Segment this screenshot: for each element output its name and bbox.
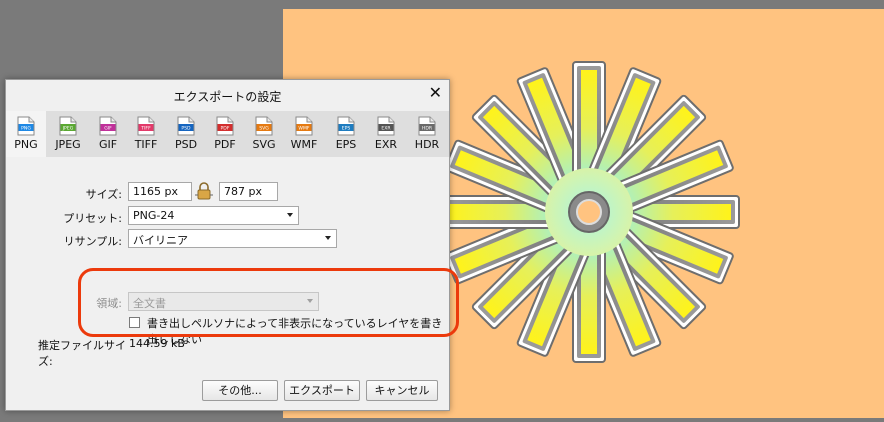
tab-gif[interactable]: GIF GIF <box>88 111 128 157</box>
height-input[interactable]: 787 px <box>219 182 278 201</box>
svg-text:SVG: SVG <box>259 126 269 132</box>
tab-tiff[interactable]: TIFF TIFF <box>126 111 166 157</box>
filesize-label: 推定ファイルサイズ: <box>38 339 126 368</box>
pdf-file-icon: PDF <box>216 116 234 136</box>
jpeg-file-icon: JPEG <box>59 116 77 136</box>
tab-label: EPS <box>335 138 357 151</box>
tab-label: TIFF <box>134 138 158 151</box>
preset-dropdown[interactable]: PNG-24 <box>128 206 299 225</box>
resample-dropdown[interactable]: バイリニア <box>128 229 337 248</box>
preset-label: プリセット: <box>63 212 122 225</box>
exr-file-icon: EXR <box>377 116 395 136</box>
dialog-title: エクスポートの設定 <box>173 90 282 104</box>
tab-label: WMF <box>290 138 318 151</box>
tab-label: SVG <box>252 138 276 151</box>
export-settings-dialog: エクスポートの設定 ✕ PNG PNG JPEG JPEG GIF GIF TI… <box>5 79 450 411</box>
tab-label: HDR <box>414 138 440 151</box>
svg-text:PDF: PDF <box>221 126 230 132</box>
tab-hdr[interactable]: HDR HDR <box>407 111 447 157</box>
preset-value: PNG-24 <box>133 209 175 222</box>
png-file-icon: PNG <box>17 116 35 136</box>
tab-label: GIF <box>98 138 118 151</box>
svg-text:GIF: GIF <box>104 126 112 132</box>
tab-label: PDF <box>214 138 236 151</box>
close-icon[interactable]: ✕ <box>429 85 442 101</box>
tab-pdf[interactable]: PDF PDF <box>205 111 245 157</box>
tab-label: EXR <box>374 138 398 151</box>
aspect-lock-icon[interactable] <box>195 181 213 201</box>
filesize-value: 144.59 kB <box>129 337 185 350</box>
tab-label: JPEG <box>55 138 81 151</box>
tab-jpeg[interactable]: JPEG JPEG <box>48 111 88 157</box>
more-button[interactable]: その他... <box>202 380 278 401</box>
gif-file-icon: GIF <box>99 116 117 136</box>
tiff-file-icon: TIFF <box>137 116 155 136</box>
tab-png[interactable]: PNG PNG <box>6 111 46 157</box>
svg-text:EXR: EXR <box>381 126 391 132</box>
size-label: サイズ: <box>85 188 122 201</box>
svg-text:EPS: EPS <box>342 126 351 132</box>
export-button[interactable]: エクスポート <box>284 380 360 401</box>
width-input[interactable]: 1165 px <box>128 182 192 201</box>
format-tab-bar: PNG PNG JPEG JPEG GIF GIF TIFF TIFF PSD … <box>6 111 449 157</box>
cancel-button[interactable]: キャンセル <box>366 380 438 401</box>
tab-label: PSD <box>174 138 198 151</box>
psd-file-icon: PSD <box>177 116 195 136</box>
svg-text:WMF: WMF <box>298 126 310 132</box>
svg-text:PNG: PNG <box>21 126 31 132</box>
svg-file-icon: SVG <box>255 116 273 136</box>
hdr-file-icon: HDR <box>418 116 436 136</box>
wmf-file-icon: WMF <box>295 116 313 136</box>
tab-wmf[interactable]: WMF WMF <box>284 111 324 157</box>
resample-value: バイリニア <box>133 234 188 247</box>
svg-text:TIFF: TIFF <box>140 126 151 132</box>
svg-text:HDR: HDR <box>422 126 433 132</box>
svg-text:JPEG: JPEG <box>62 126 74 132</box>
chevron-down-icon <box>287 213 293 217</box>
flower-center-hole <box>576 199 602 225</box>
eps-file-icon: EPS <box>337 116 355 136</box>
tab-label: PNG <box>14 138 38 151</box>
tab-svg[interactable]: SVG SVG <box>244 111 284 157</box>
svg-text:PSD: PSD <box>181 126 191 132</box>
tab-psd[interactable]: PSD PSD <box>166 111 206 157</box>
tab-eps[interactable]: EPS EPS <box>326 111 366 157</box>
annotation-highlight <box>78 268 459 337</box>
dialog-titlebar[interactable]: エクスポートの設定 ✕ <box>6 80 449 110</box>
tab-exr[interactable]: EXR EXR <box>366 111 406 157</box>
chevron-down-icon <box>325 236 331 240</box>
resample-label: リサンプル: <box>63 235 122 248</box>
